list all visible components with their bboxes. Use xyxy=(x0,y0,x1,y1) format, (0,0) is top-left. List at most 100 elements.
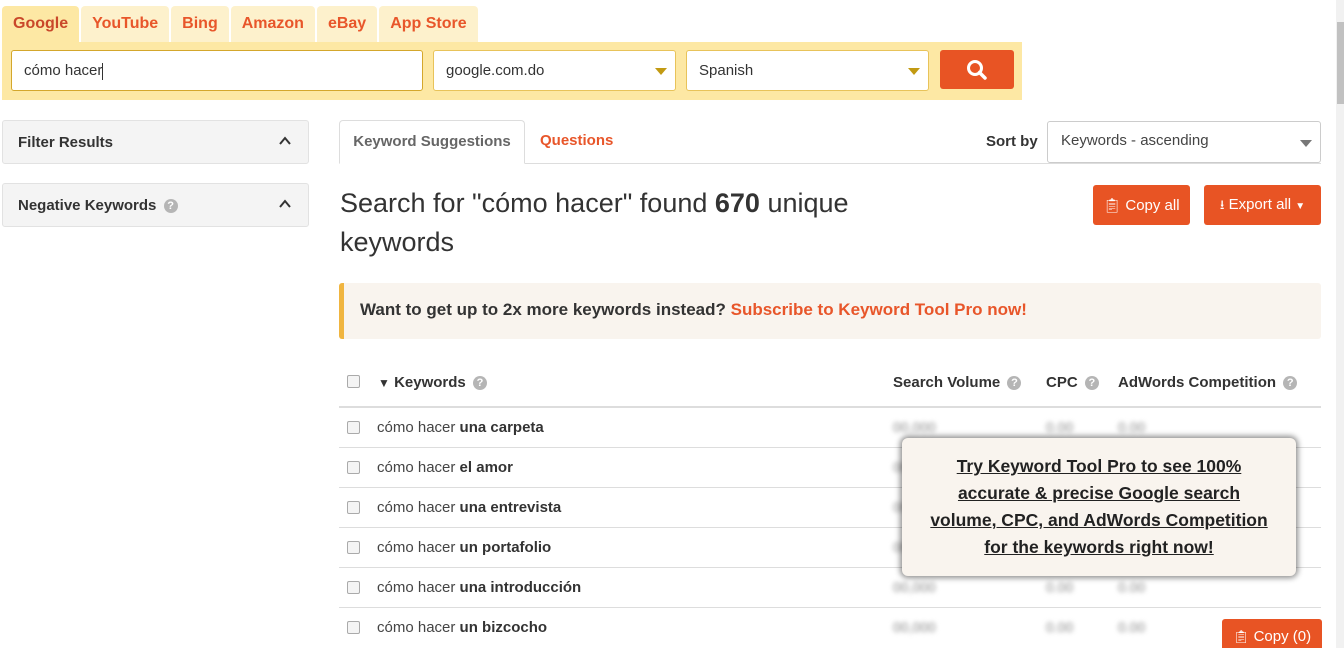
keyword-text: cómo hacer una carpeta xyxy=(377,419,544,436)
keyword-base: cómo hacer xyxy=(377,459,456,476)
export-icon: ⭳ xyxy=(1219,197,1225,212)
help-icon[interactable]: ? xyxy=(472,376,487,390)
keyword-base: cómo hacer xyxy=(377,499,456,516)
tab-app-store[interactable]: App Store xyxy=(379,6,478,42)
select-all-checkbox[interactable] xyxy=(347,375,360,388)
cpc-column-header[interactable]: CPC ? xyxy=(1046,374,1099,391)
row-checkbox[interactable] xyxy=(347,621,360,634)
search-volume-column-header[interactable]: Search Volume ? xyxy=(893,374,1022,391)
keyword-suffix: el amor xyxy=(459,459,513,476)
keywords-header-label: Keywords xyxy=(394,374,466,391)
table-header: ▼ Keywords ? Search Volume ? CPC ? AdWor… xyxy=(339,362,1321,408)
caret-down-icon xyxy=(655,68,667,75)
filter-results-title: Filter Results xyxy=(18,134,114,151)
language-select[interactable]: Spanish xyxy=(686,50,929,91)
chevron-up-icon xyxy=(279,136,291,145)
help-icon[interactable]: ? xyxy=(1007,376,1022,390)
tab-ebay[interactable]: eBay xyxy=(316,6,378,42)
keyword-input[interactable]: cómo hacer xyxy=(11,50,423,91)
sort-select-value: Keywords - ascending xyxy=(1061,132,1209,149)
competition-value: 0.00 xyxy=(1118,419,1146,435)
help-icon[interactable]: ? xyxy=(1283,376,1298,390)
upgrade-banner: Want to get up to 2x more keywords inste… xyxy=(339,283,1321,339)
domain-select-value: google.com.do xyxy=(446,62,545,79)
domain-select[interactable]: google.com.do xyxy=(433,50,676,91)
cpc-header-label: CPC xyxy=(1046,374,1078,391)
row-checkbox[interactable] xyxy=(347,501,360,514)
keyword-input-value: cómo hacer xyxy=(24,62,103,79)
copy-selected-button[interactable]: 📋︎ Copy (0) xyxy=(1222,619,1322,648)
volume-value: 00,000 xyxy=(893,579,936,595)
language-select-value: Spanish xyxy=(699,62,754,79)
sort-label: Sort by xyxy=(986,133,1038,150)
copy-all-label: Copy all xyxy=(1125,197,1180,214)
result-count: 670 xyxy=(714,188,760,218)
keyword-base: cómo hacer xyxy=(377,419,456,436)
help-icon[interactable]: ? xyxy=(163,199,178,213)
tab-amazon[interactable]: Amazon xyxy=(230,6,315,42)
scrollbar-thumb[interactable] xyxy=(1337,22,1344,104)
keyword-suffix: un bizcocho xyxy=(459,619,548,636)
cpc-value: 0.00 xyxy=(1046,579,1074,595)
caret-down-icon: ▼ xyxy=(1295,201,1306,212)
filter-results-panel[interactable]: Filter Results xyxy=(2,120,309,164)
chevron-up-icon xyxy=(279,199,291,208)
competition-value: 0.00 xyxy=(1118,579,1146,595)
pro-upsell-tooltip[interactable]: Try Keyword Tool Pro to see 100% accurat… xyxy=(902,438,1296,576)
table-row[interactable]: cómo hacer un bizcocho 00,000 0.00 0.00 xyxy=(339,608,1321,648)
engine-tabs: Google YouTube Bing Amazon eBay App Stor… xyxy=(2,6,480,42)
tab-keyword-suggestions[interactable]: Keyword Suggestions xyxy=(339,120,525,164)
competition-header-label: AdWords Competition xyxy=(1118,374,1277,391)
negative-keywords-panel[interactable]: Negative Keywords ? xyxy=(2,183,309,227)
row-checkbox[interactable] xyxy=(347,421,360,434)
clipboard-icon: 📋︎ xyxy=(1103,197,1122,213)
cpc-value: 0.00 xyxy=(1046,419,1074,435)
search-button[interactable] xyxy=(940,50,1014,89)
keyword-base: cómo hacer xyxy=(377,539,456,556)
competition-value: 0.00 xyxy=(1118,619,1146,635)
keywords-column-header[interactable]: ▼ Keywords ? xyxy=(378,374,487,391)
volume-header-label: Search Volume xyxy=(893,374,1001,391)
tab-google[interactable]: Google xyxy=(2,6,80,42)
tooltip-line[interactable]: volume, CPC, and AdWords Competition xyxy=(930,510,1267,530)
export-all-button[interactable]: ⭳ Export all ▼ xyxy=(1204,185,1321,225)
search-bar: cómo hacer google.com.do Spanish xyxy=(2,42,1022,100)
sort-desc-icon: ▼ xyxy=(378,376,390,390)
help-icon[interactable]: ? xyxy=(1084,376,1099,390)
clipboard-icon: 📋︎ xyxy=(1232,629,1250,644)
keyword-base: cómo hacer xyxy=(377,579,456,596)
caret-down-icon xyxy=(1300,140,1312,147)
text-caret xyxy=(102,62,104,80)
keyword-suffix: una carpeta xyxy=(459,419,544,436)
copy-all-button[interactable]: 📋︎ Copy all xyxy=(1093,185,1190,225)
search-icon xyxy=(967,59,987,80)
competition-column-header[interactable]: AdWords Competition ? xyxy=(1118,374,1298,391)
tooltip-line[interactable]: for the keywords right now! xyxy=(984,537,1213,557)
volume-value: 00,000 xyxy=(893,619,936,635)
sort-select[interactable]: Keywords - ascending xyxy=(1047,121,1321,163)
subscribe-link[interactable]: Subscribe to Keyword Tool Pro now! xyxy=(731,300,1027,319)
volume-value: 00,000 xyxy=(893,419,936,435)
tooltip-line[interactable]: Try Keyword Tool Pro to see 100% xyxy=(957,456,1242,476)
page-scrollbar[interactable] xyxy=(1336,0,1344,648)
keyword-text: cómo hacer el amor xyxy=(377,459,513,476)
row-checkbox[interactable] xyxy=(347,461,360,474)
result-prefix: Search for "cómo hacer" found xyxy=(340,188,708,218)
row-checkbox[interactable] xyxy=(347,541,360,554)
keyword-text: cómo hacer un bizcocho xyxy=(377,619,547,636)
tab-bing[interactable]: Bing xyxy=(171,6,229,42)
tooltip-line[interactable]: accurate & precise Google search xyxy=(958,483,1240,503)
cpc-value: 0.00 xyxy=(1046,619,1074,635)
tab-questions[interactable]: Questions xyxy=(540,120,613,164)
keyword-suffix: un portafolio xyxy=(459,539,552,556)
tab-youtube[interactable]: YouTube xyxy=(81,6,170,42)
negative-keywords-header: Negative Keywords ? xyxy=(18,197,178,214)
keyword-text: cómo hacer una introducción xyxy=(377,579,581,596)
keyword-text: cómo hacer una entrevista xyxy=(377,499,561,516)
caret-down-icon xyxy=(908,68,920,75)
keyword-suffix: una entrevista xyxy=(459,499,562,516)
row-checkbox[interactable] xyxy=(347,581,360,594)
copy-selected-label: Copy (0) xyxy=(1253,628,1312,645)
upgrade-text: Want to get up to 2x more keywords inste… xyxy=(360,300,726,319)
result-heading: Search for "cómo hacer" found 670 unique… xyxy=(340,184,900,262)
